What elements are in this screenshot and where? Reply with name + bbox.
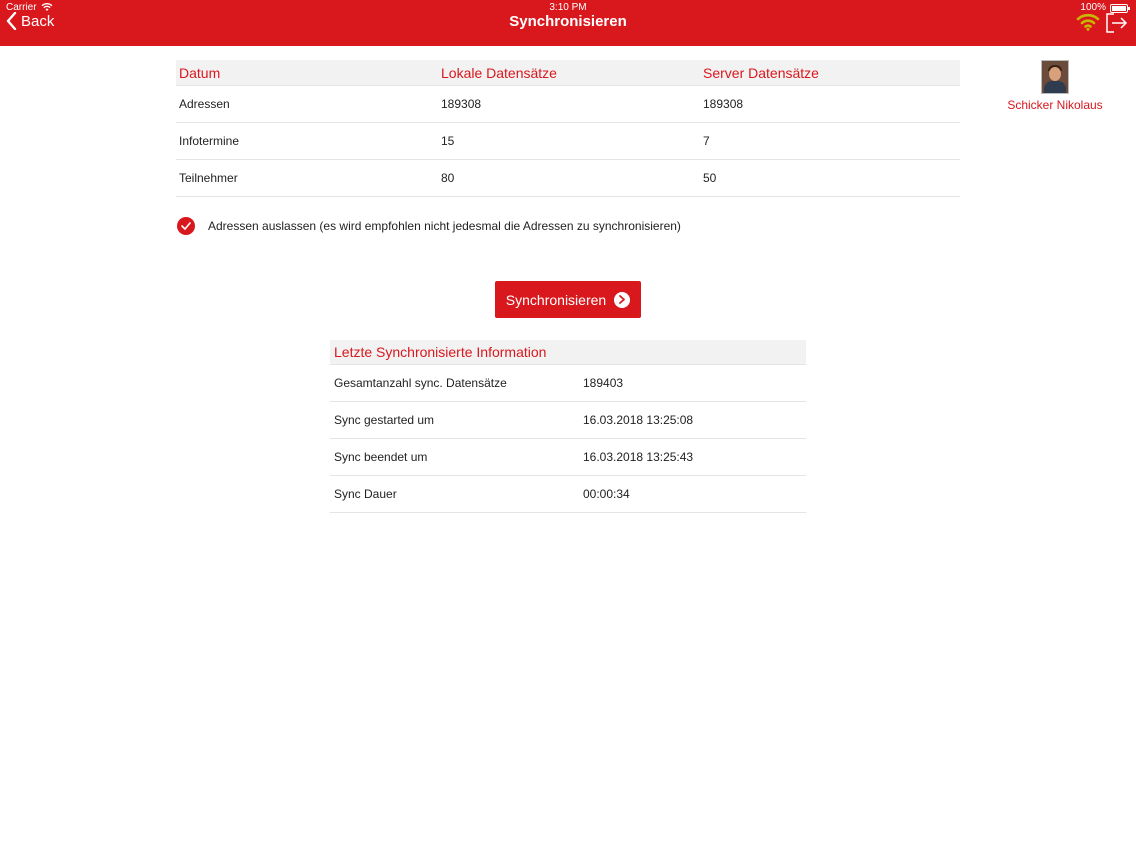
info-value: 189403 <box>583 376 624 390</box>
avatar[interactable] <box>1041 60 1069 94</box>
info-row: Sync Dauer 00:00:34 <box>330 476 806 513</box>
user-profile[interactable]: Schicker Nikolaus <box>1000 60 1110 112</box>
arrow-right-circle-icon <box>614 291 631 308</box>
sync-button-label: Synchronisieren <box>505 291 607 308</box>
info-key: Sync beendet um <box>334 450 428 464</box>
column-header-local: Lokale Datensätze <box>441 64 557 81</box>
column-header-datum: Datum <box>179 64 221 81</box>
connection-wifi-icon <box>1076 13 1100 31</box>
status-time: 3:10 PM <box>549 2 587 13</box>
server-count: 189308 <box>703 97 744 111</box>
table-header: Datum Lokale Datensätze Server Datensätz… <box>176 60 960 86</box>
last-sync-title: Letzte Synchronisierte Information <box>330 340 806 365</box>
records-table: Datum Lokale Datensätze Server Datensätz… <box>176 60 960 197</box>
checkmark-icon <box>181 222 191 230</box>
local-count: 189308 <box>441 97 482 111</box>
local-count: 15 <box>441 134 455 148</box>
logout-icon[interactable] <box>1106 13 1128 33</box>
server-count: 50 <box>703 171 717 185</box>
user-name[interactable]: Schicker Nikolaus <box>1000 98 1110 112</box>
local-count: 80 <box>441 171 455 185</box>
checkbox-checked[interactable] <box>177 217 195 235</box>
info-row: Sync beendet um 16.03.2018 13:25:43 <box>330 439 806 476</box>
info-value: 16.03.2018 13:25:08 <box>583 413 694 427</box>
sync-button[interactable]: Synchronisieren <box>495 281 641 318</box>
row-label: Adressen <box>179 97 230 111</box>
info-key: Sync gestarted um <box>334 413 435 427</box>
skip-addresses-label[interactable]: Adressen auslassen (es wird empfohlen ni… <box>208 219 681 233</box>
battery-icon <box>1110 4 1130 13</box>
page-title: Synchronisieren <box>509 13 627 30</box>
row-label: Infotermine <box>179 134 240 148</box>
table-row: Adressen 189308 189308 <box>176 86 960 123</box>
row-label: Teilnehmer <box>179 171 238 185</box>
last-sync-info: Letzte Synchronisierte Information Gesam… <box>330 340 806 513</box>
table-row: Infotermine 15 7 <box>176 123 960 160</box>
skip-addresses-checkbox[interactable]: Adressen auslassen (es wird empfohlen ni… <box>177 217 681 235</box>
server-count: 7 <box>703 134 710 148</box>
info-row: Sync gestarted um 16.03.2018 13:25:08 <box>330 402 806 439</box>
table-row: Teilnehmer 80 50 <box>176 160 960 197</box>
column-header-server: Server Datensätze <box>703 64 819 81</box>
info-value: 00:00:34 <box>583 487 630 501</box>
info-key: Gesamtanzahl sync. Datensätze <box>334 376 507 390</box>
info-value: 16.03.2018 13:25:43 <box>583 450 694 464</box>
navigation-bar: Carrier 3:10 PM 100% Back Synchronisiere… <box>0 0 1136 46</box>
info-row: Gesamtanzahl sync. Datensätze 189403 <box>330 365 806 402</box>
status-battery-percent: 100% <box>1080 2 1106 13</box>
info-key: Sync Dauer <box>334 487 397 501</box>
